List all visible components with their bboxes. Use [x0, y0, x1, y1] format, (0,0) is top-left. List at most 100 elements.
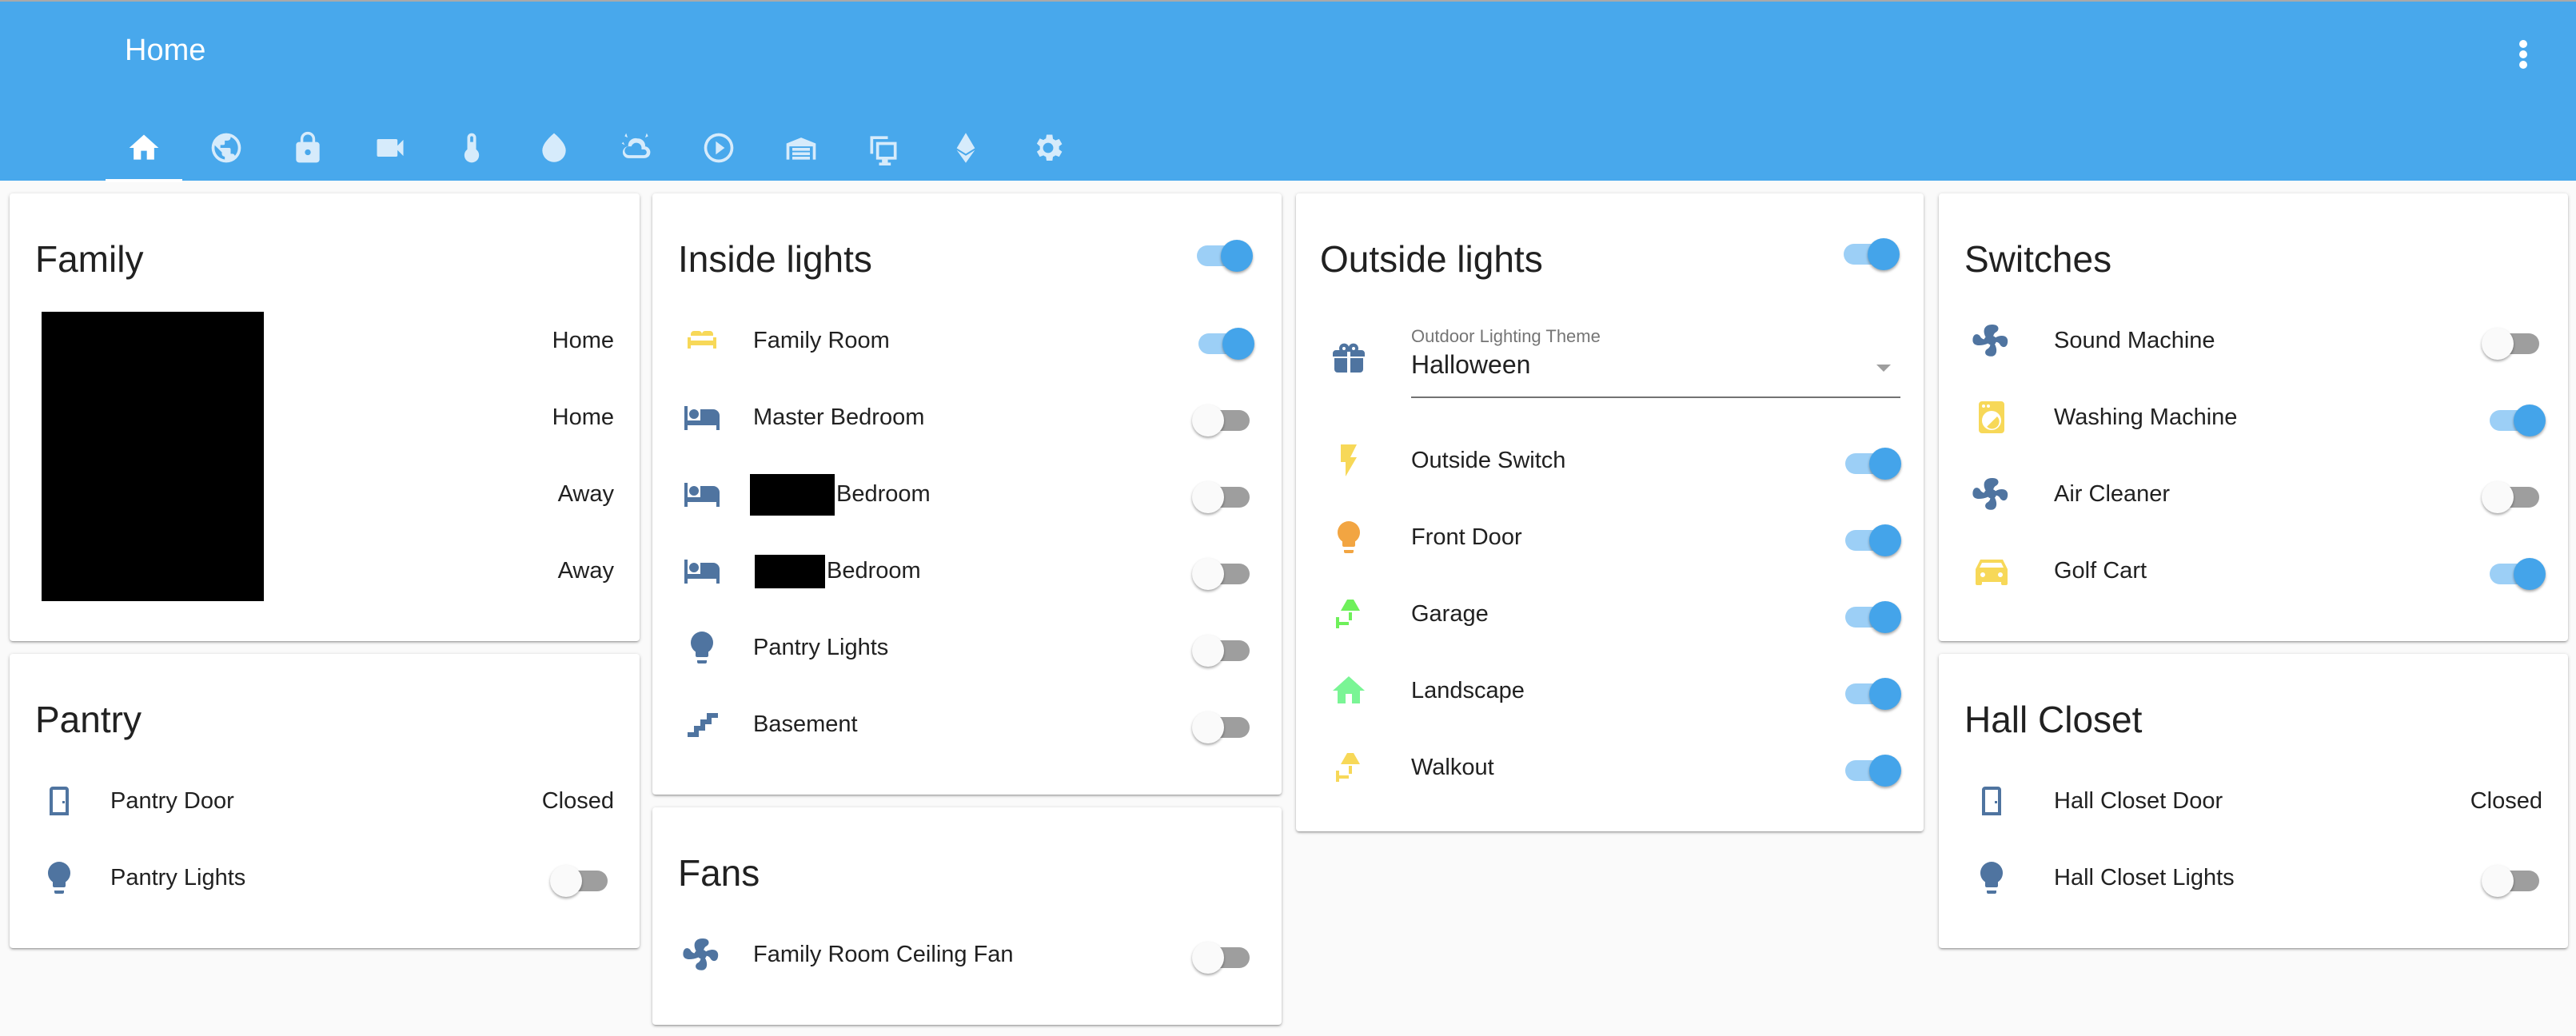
tab-water[interactable] — [516, 114, 592, 182]
toggle-switch[interactable] — [1192, 628, 1253, 667]
ethereum-icon — [948, 130, 983, 165]
toggle-switch[interactable] — [1840, 441, 1901, 480]
entity-label: Front Door — [1411, 524, 1522, 550]
family-member-row[interactable]: Away — [10, 456, 640, 532]
tab-media[interactable] — [680, 114, 757, 182]
entity-row-pantry-lights: Pantry Lights — [10, 839, 640, 916]
entity-label: Hall Closet Door — [2054, 788, 2223, 814]
entity-row-pantry-lights: Pantry Lights — [652, 609, 1282, 686]
fans-card: Fans Family Room Ceiling Fan — [652, 807, 1282, 1025]
toggle-switch[interactable] — [1840, 748, 1901, 787]
entity-row-air-cleaner: Air Cleaner — [1939, 456, 2568, 532]
entity-label: Basement — [753, 711, 858, 737]
entity-label: Garage — [1411, 601, 1489, 627]
lightbulb-icon — [40, 859, 78, 897]
home-icon — [1330, 671, 1368, 710]
hall-closet-card: Hall Closet Hall Closet Door Closed Hall… — [1939, 654, 2568, 948]
toggle-switch[interactable] — [2482, 859, 2542, 897]
entity-row-pantry-door[interactable]: Pantry Door Closed — [10, 763, 640, 839]
lightbulb-icon — [1330, 518, 1368, 556]
tab-globe[interactable] — [188, 114, 265, 182]
door-icon — [1972, 782, 2011, 820]
car-icon — [1972, 552, 2011, 590]
entity-state: Closed — [2470, 788, 2542, 814]
tab-lock[interactable] — [269, 114, 346, 182]
presence-state: Home — [552, 328, 614, 353]
lock-icon — [290, 130, 325, 165]
tab-garage[interactable] — [763, 114, 839, 182]
tab-climate[interactable] — [433, 114, 510, 182]
entity-row-landscape: Landscape — [1296, 652, 1924, 729]
lightbulb-icon — [683, 628, 721, 667]
card-title: Outside lights — [1320, 238, 1543, 280]
entity-label: Golf Cart — [2054, 558, 2147, 584]
toggle-switch[interactable] — [1192, 705, 1253, 743]
toggle-switch[interactable] — [550, 859, 611, 897]
tab-ethereum[interactable] — [927, 114, 1004, 182]
presence-state: Away — [557, 481, 614, 507]
entity-label: Master Bedroom — [753, 404, 925, 430]
entity-label: Pantry Lights — [110, 865, 246, 891]
toggle-switch[interactable] — [2482, 321, 2542, 360]
fan-icon — [1972, 475, 2011, 513]
toggle-switch[interactable] — [2485, 398, 2546, 436]
pantry-card: Pantry Pantry Door Closed Pantry Lights — [10, 654, 640, 948]
group-toggle[interactable] — [1192, 233, 1253, 272]
fan-icon — [1972, 321, 2011, 360]
entity-row-golf-cart: Golf Cart — [1939, 532, 2568, 609]
entity-row-walkout: Walkout — [1296, 729, 1924, 806]
entity-row-hall-closet-lights: Hall Closet Lights — [1939, 839, 2568, 916]
family-member-row[interactable]: Home — [10, 302, 640, 379]
card-title: Hall Closet — [1964, 699, 2143, 740]
chevron-down-icon — [1876, 365, 1891, 372]
entity-row-outside-switch: Outside Switch — [1296, 422, 1924, 499]
toggle-switch[interactable] — [1192, 935, 1253, 974]
bed-icon — [683, 475, 721, 513]
group-toggle[interactable] — [1839, 232, 1900, 270]
inside-lights-card: Inside lights Family Room Master Bedroom… — [652, 193, 1282, 795]
toggle-switch[interactable] — [1840, 671, 1901, 710]
family-card: Family Home Home Away Away — [10, 193, 640, 641]
presence-state: Home — [552, 404, 614, 430]
entity-row-basement: Basement — [652, 686, 1282, 763]
entity-row-front-door: Front Door — [1296, 499, 1924, 576]
presence-state: Away — [557, 558, 614, 584]
overflow-menu-button[interactable] — [2507, 34, 2539, 75]
tab-home[interactable] — [106, 114, 182, 182]
washing-machine-icon — [1972, 398, 2011, 436]
tab-settings[interactable] — [1010, 114, 1087, 182]
toggle-switch[interactable] — [2485, 552, 2546, 590]
entity-row-family-room-ceiling-fan: Family Room Ceiling Fan — [652, 916, 1282, 993]
bed-icon — [683, 398, 721, 436]
outdoor-lamp-icon — [1330, 595, 1368, 633]
family-member-row[interactable]: Home — [10, 379, 640, 456]
toggle-switch[interactable] — [1194, 321, 1254, 360]
globe-icon — [209, 130, 244, 165]
toggle-switch[interactable] — [1840, 518, 1901, 556]
home-icon — [126, 130, 161, 165]
page-title: Home — [125, 34, 206, 67]
tab-camera[interactable] — [352, 114, 429, 182]
toggle-switch[interactable] — [1192, 398, 1253, 436]
entity-row-washing-machine: Washing Machine — [1939, 379, 2568, 456]
entity-row-hall-closet-door[interactable]: Hall Closet Door Closed — [1939, 763, 2568, 839]
outdoor-lighting-theme-select[interactable]: Outdoor Lighting Theme Halloween — [1411, 326, 1900, 406]
active-tab-indicator — [106, 179, 182, 182]
select-label: Outdoor Lighting Theme — [1411, 326, 1601, 346]
toggle-switch[interactable] — [2482, 475, 2542, 513]
tab-weather[interactable] — [598, 114, 675, 182]
door-icon — [40, 782, 78, 820]
switches-card: Switches Sound Machine Washing Machine A… — [1939, 193, 2568, 641]
toggle-switch[interactable] — [1192, 552, 1253, 590]
dots-vertical-icon — [2519, 50, 2527, 58]
card-title: Pantry — [35, 699, 142, 740]
family-member-row[interactable]: Away — [10, 532, 640, 609]
entity-label: Hall Closet Lights — [2054, 865, 2235, 891]
entity-label: Pantry Lights — [753, 635, 889, 660]
entity-label: Bedroom — [827, 558, 921, 584]
tab-devices[interactable] — [845, 114, 922, 182]
entity-row-garage: Garage — [1296, 576, 1924, 652]
toggle-switch[interactable] — [1192, 475, 1253, 513]
app-header: Home — [0, 0, 2576, 182]
toggle-switch[interactable] — [1840, 595, 1901, 633]
